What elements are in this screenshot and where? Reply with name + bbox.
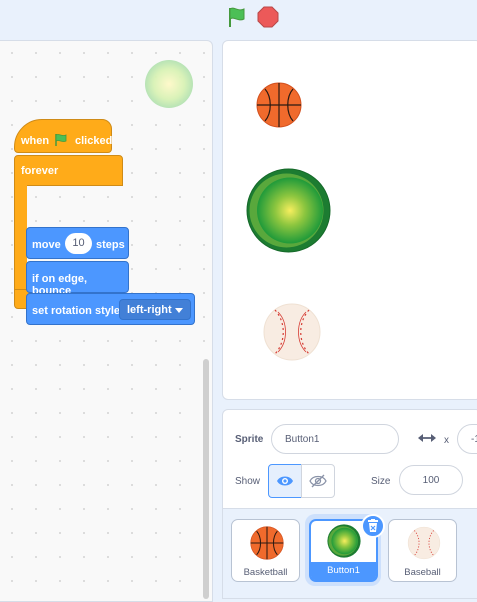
- stage-header: [0, 0, 477, 38]
- hat-when-label: when: [21, 135, 50, 147]
- trash-icon: [368, 519, 378, 532]
- sprite-tile-name: Button1: [311, 562, 376, 580]
- sprite-tile-name: Basketball: [243, 567, 288, 578]
- x-position-field[interactable]: -1: [457, 424, 477, 454]
- show-label: Show: [235, 476, 261, 487]
- sprite-tile-baseball[interactable]: Baseball: [388, 519, 457, 582]
- delete-sprite-button[interactable]: [361, 514, 385, 538]
- move-steps-input[interactable]: 10: [65, 233, 92, 254]
- basketball-sprite[interactable]: [256, 82, 302, 128]
- forever-label: forever: [21, 165, 59, 177]
- green-flag-icon: [55, 134, 67, 146]
- eye-icon: [277, 476, 293, 486]
- stop-sign-icon[interactable]: [257, 6, 279, 28]
- x-label: x: [444, 435, 449, 446]
- forever-block-top[interactable]: forever: [14, 155, 123, 186]
- basketball-icon: [250, 526, 284, 560]
- visibility-toggle: [268, 464, 336, 498]
- size-field[interactable]: 100: [399, 465, 463, 495]
- rotation-label: set rotation style: [32, 305, 121, 317]
- if-on-edge-bounce-block[interactable]: if on edge, bounce: [26, 261, 129, 297]
- size-label: Size: [371, 476, 391, 487]
- move-label: move: [32, 239, 61, 251]
- rotation-style-value: left-right: [127, 304, 172, 316]
- x-position-icon: [418, 434, 436, 442]
- sprite-thumbnail: [145, 60, 193, 108]
- chevron-down-icon: [175, 308, 183, 313]
- rotation-style-dropdown[interactable]: left-right: [119, 299, 191, 320]
- show-sprite-button[interactable]: [268, 464, 302, 498]
- stage[interactable]: [222, 40, 477, 400]
- set-rotation-style-block[interactable]: set rotation style left-right: [26, 293, 195, 325]
- sprite-tile-basketball[interactable]: Basketball: [231, 519, 300, 582]
- hat-clicked-label: clicked: [75, 135, 113, 147]
- code-scrollbar[interactable]: [203, 359, 209, 599]
- baseball-sprite[interactable]: [262, 302, 322, 362]
- sprite-label: Sprite: [235, 434, 264, 445]
- button1-icon: [327, 524, 361, 558]
- baseball-icon: [407, 526, 441, 560]
- code-area[interactable]: when clicked forever move 10 steps if on…: [0, 40, 213, 602]
- sprite-tile-name: Baseball: [404, 567, 441, 578]
- steps-label: steps: [96, 239, 125, 251]
- sprite-info-panel: Sprite Button1 x -1 Show Size 100: [222, 409, 477, 509]
- green-flag-icon[interactable]: [225, 5, 249, 29]
- button1-sprite[interactable]: [246, 168, 331, 253]
- move-steps-block[interactable]: move 10 steps: [26, 227, 129, 259]
- sprite-list: Basketball Button1 Baseball: [222, 509, 477, 599]
- eye-slash-icon: [309, 474, 327, 488]
- when-flag-clicked-block[interactable]: when clicked: [14, 119, 112, 153]
- sprite-name-field[interactable]: Button1: [271, 424, 399, 454]
- hide-sprite-button[interactable]: [301, 464, 335, 498]
